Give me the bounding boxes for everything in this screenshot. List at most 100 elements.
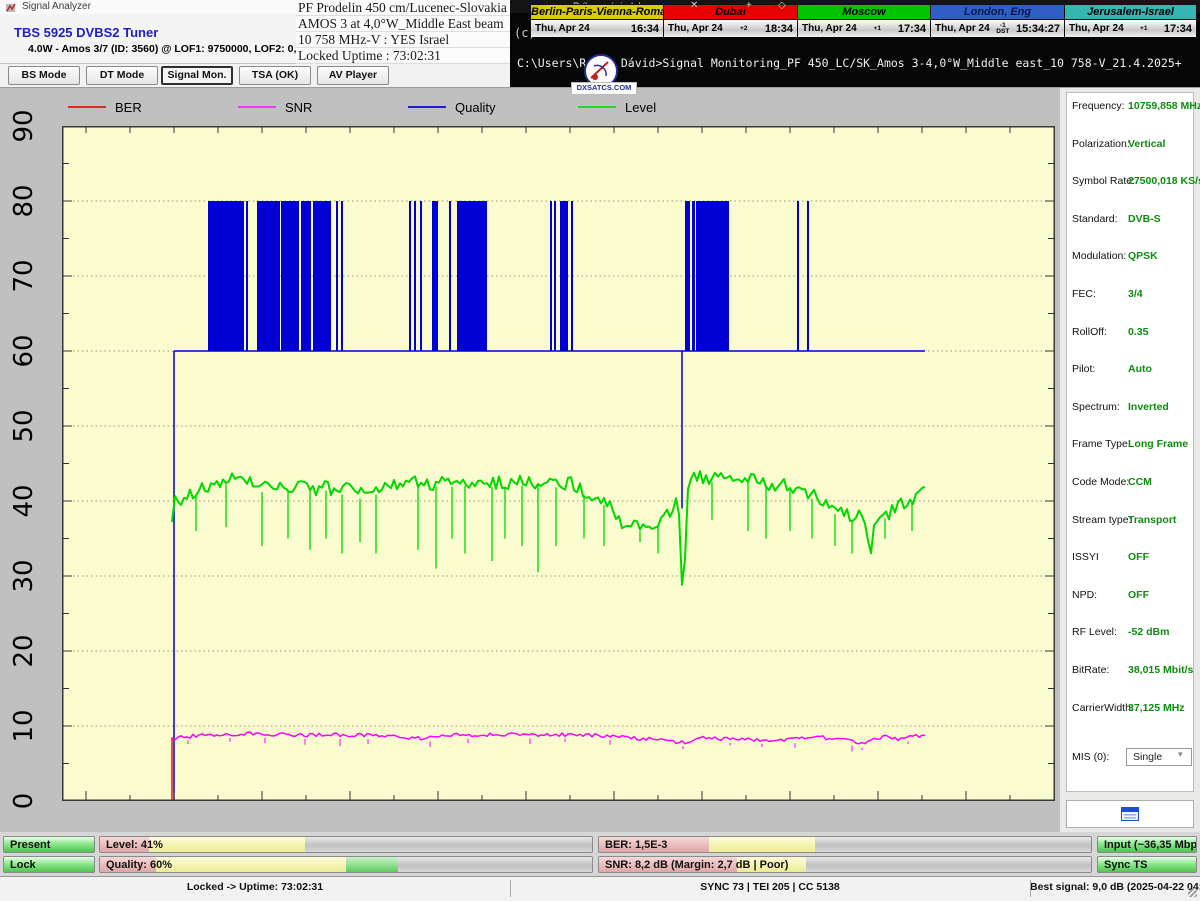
clock-date: Thu, Apr 24 [802, 23, 857, 34]
indicator-bars: PresentLevel: 41%BER: 1,5E-3Input (~36,3… [0, 832, 1200, 876]
panel-row-label: BitRate: [1072, 664, 1109, 676]
chevron-down-icon: ▾ [1178, 749, 1183, 760]
bar-label: SNR: 8,2 dB (Margin: 2,7 dB | Poor) [605, 859, 788, 871]
level-bar: Level: 41% [99, 836, 593, 853]
status-segment: Best signal: 9,0 dB (2025-04-22 04:08) [1030, 881, 1200, 893]
signal-plot [62, 126, 1055, 801]
panel-row-value: Long Frame [1128, 438, 1188, 450]
lock-indicator: Lock [3, 856, 95, 873]
panel-row-value: 0.35 [1128, 326, 1148, 338]
legend-label: SNR [285, 100, 312, 115]
panel-row-value: OFF [1128, 589, 1149, 601]
clock-header: London, Eng [931, 5, 1064, 20]
y-axis-label: 90 [9, 104, 39, 148]
clock-header: Moscow [798, 5, 930, 20]
y-axis-label: 60 [9, 329, 39, 373]
clock-time-row: Thu, Apr 24+117:34 [798, 20, 930, 37]
close-icon[interactable]: ✕ [690, 0, 698, 11]
resize-grip[interactable] [1188, 888, 1197, 897]
info-line: AMOS 3 at 4,0°W_Middle East beam [296, 16, 510, 32]
legend-item: SNR [238, 99, 312, 115]
clock-panel: London, Eng Thu, Apr 24-1DST15:34:27 [930, 4, 1065, 37]
status-bar: Locked -> Uptime: 73:02:31SYNC 73 | TEI … [0, 876, 1200, 901]
clock-date: Thu, Apr 24 [935, 23, 990, 34]
panel-row-label: Stream type: [1072, 514, 1132, 526]
y-axis-label: 70 [9, 254, 39, 298]
clock-time-row: Thu, Apr 2416:34 [531, 20, 663, 37]
panel-row-label: CarrierWidth: [1072, 702, 1134, 714]
legend-label: Quality [455, 100, 495, 115]
legend-swatch [578, 106, 616, 108]
panel-row-value: 10759,858 MHz [1128, 100, 1200, 112]
clock-utc-offset: +2 [723, 26, 765, 32]
panel-row-label: Frame Type: [1072, 438, 1131, 450]
tab-signal-mon-[interactable]: Signal Mon. [161, 66, 233, 85]
site-info-block: PF Prodelin 450 cm/Lucenec-SlovakiaAMOS … [296, 0, 510, 62]
panel-row-label: Frequency: [1072, 100, 1125, 112]
panel-row-value: 3/4 [1128, 288, 1143, 300]
panel-row-label: Pilot: [1072, 363, 1095, 375]
logo-text: DXSATCS.COM [571, 82, 637, 95]
clock-header: Berlin-Paris-Vienna-Roma [531, 5, 663, 20]
legend-item: Quality [408, 99, 495, 115]
clock-utc-offset: -1DST [990, 23, 1016, 35]
y-axis-label: 10 [9, 704, 39, 748]
clock-header: Jerusalem-Israel [1065, 5, 1196, 20]
plus-icon[interactable]: + [746, 0, 752, 11]
panel-row-value: DVB-S [1128, 213, 1161, 225]
panel-row-value: OFF [1128, 551, 1149, 563]
panel-row-label: Polarization: [1072, 138, 1130, 150]
legend-label: Level [625, 100, 656, 115]
panel-row-value: 27500,018 KS/s [1128, 175, 1200, 187]
panel-row-value: Vertical [1128, 138, 1165, 150]
snr-bar: SNR: 8,2 dB (Margin: 2,7 dB | Poor) [598, 856, 1092, 873]
bar-label: Present [10, 839, 50, 851]
clock-date: Thu, Apr 24 [1069, 23, 1124, 34]
panel-row-value: -52 dBm [1128, 626, 1169, 638]
tab-bs-mode[interactable]: BS Mode [8, 66, 80, 85]
clock-panel: MoscowThu, Apr 24+117:34 [797, 4, 931, 37]
clock-time-row: Thu, Apr 24+218:34 [664, 20, 797, 37]
panel-row-label: Spectrum: [1072, 401, 1120, 413]
y-axis-label: 0 [9, 779, 39, 823]
app-icon [6, 2, 17, 13]
legend-swatch [238, 106, 276, 108]
panel-row-label: NPD: [1072, 589, 1097, 601]
bar-label: Level: 41% [106, 839, 163, 851]
status-segment: SYNC 73 | TEI 205 | CC 5138 [510, 881, 1030, 893]
bar-label: Sync TS [1104, 859, 1147, 871]
bar-label: Input (~36,35 Mbps) [1104, 839, 1197, 851]
y-axis-label: 50 [9, 404, 39, 448]
clock-date: Thu, Apr 24 [535, 23, 590, 34]
sync-ts-indicator: Sync TS [1097, 856, 1197, 873]
panel-row-value: Auto [1128, 363, 1152, 375]
clock-time: 17:34 [898, 23, 926, 35]
diamond-icon[interactable]: ◇ [778, 0, 786, 11]
panel-row-label: FEC: [1072, 288, 1096, 300]
tab-dt-mode[interactable]: DT Mode [86, 66, 158, 85]
panel-row-label: Standard: [1072, 213, 1118, 225]
save-snapshot-button[interactable] [1066, 800, 1194, 828]
legend-item: BER [68, 99, 142, 115]
tuner-name: TBS 5925 DVBS2 Tuner [14, 25, 158, 40]
input-indicator: Input (~36,35 Mbps) [1097, 836, 1197, 853]
legend-item: Level [578, 99, 656, 115]
clock-time: 17:34 [1164, 23, 1192, 35]
panel-row-label: RF Level: [1072, 626, 1117, 638]
window-title: Signal Analyzer [22, 1, 91, 12]
panel-row-value: Inverted [1128, 401, 1169, 413]
panel-row-value: CCM [1128, 476, 1152, 488]
status-segment: Locked -> Uptime: 73:02:31 [0, 881, 510, 893]
clock-panel: Jerusalem-IsraelThu, Apr 24+117:34 [1064, 4, 1197, 37]
legend-swatch [68, 106, 106, 108]
tab-av-player[interactable]: AV Player [317, 66, 389, 85]
clock-time: 15:34:27 [1016, 23, 1060, 35]
clock-date: Thu, Apr 24 [668, 23, 723, 34]
y-axis-label: 80 [9, 179, 39, 223]
info-line: Locked Uptime : 73:02:31 [296, 48, 510, 64]
tab-tsa-ok-[interactable]: TSA (OK) [239, 66, 311, 85]
status-divider [510, 880, 511, 897]
clock-time-row: Thu, Apr 24+117:34 [1065, 20, 1196, 37]
panel-row-label: Modulation: [1072, 250, 1126, 262]
clock-time: 18:34 [765, 23, 793, 35]
